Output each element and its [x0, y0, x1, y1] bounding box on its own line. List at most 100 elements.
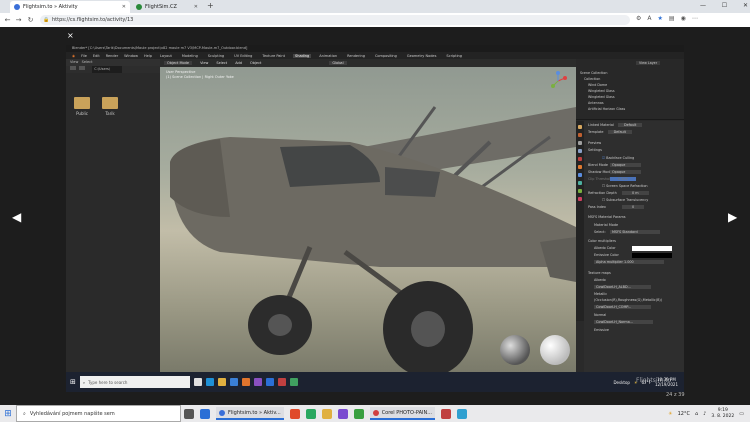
- object-tab-icon[interactable]: [578, 165, 582, 169]
- inner-search-box[interactable]: ⌕ Type here to search: [79, 376, 190, 388]
- fb-select-menu[interactable]: Select: [82, 60, 93, 64]
- task-view-icon[interactable]: [184, 408, 194, 419]
- url-field[interactable]: 🔒 https://cs.flightsim.to/activity/13: [40, 15, 630, 25]
- workspace-modeling[interactable]: Modeling: [180, 54, 200, 58]
- close-window-icon[interactable]: ✕: [743, 2, 748, 9]
- fb-view-menu[interactable]: View: [70, 60, 78, 64]
- new-tab-button[interactable]: +: [207, 1, 214, 10]
- workspace-shading[interactable]: Shading: [293, 53, 312, 58]
- taskbar-app-flightsim[interactable]: Flightsim.to » Aktiv...: [216, 407, 284, 420]
- menu-render[interactable]: Render: [106, 54, 118, 58]
- material-tab-icon[interactable]: [578, 197, 582, 201]
- color-multipliers-section[interactable]: Color multipliers: [588, 239, 616, 243]
- extension-icon[interactable]: ⚙: [636, 15, 641, 22]
- file-explorer-icon[interactable]: [321, 408, 332, 419]
- render-tab-icon[interactable]: [578, 133, 582, 137]
- normal-texture-field[interactable]: CowlDoorLH_Norma...: [594, 320, 654, 324]
- tab-flightsim-cz[interactable]: FlightSim.CZ ✕: [132, 1, 202, 13]
- network-icon[interactable]: ⌂: [695, 411, 698, 417]
- material-select-dropdown[interactable]: MSFS Standard: [610, 230, 660, 234]
- data-tab-icon[interactable]: [578, 189, 582, 193]
- ssr-checkbox[interactable]: ☐ Screen Space Refraction: [602, 184, 648, 188]
- windows-start-icon[interactable]: ⊞: [0, 409, 16, 419]
- app-icon[interactable]: [253, 378, 262, 386]
- albedo-texture-field[interactable]: CowlDoorLH_ALBD...: [594, 285, 651, 289]
- object-mode-dropdown[interactable]: Object Mode: [164, 61, 193, 65]
- vp-add-menu[interactable]: Add: [235, 61, 242, 65]
- excel-icon[interactable]: [305, 408, 316, 419]
- transform-orientation-dropdown[interactable]: Global: [329, 61, 347, 65]
- outliner-row[interactable]: Wind Dome: [588, 83, 607, 87]
- vp-view-menu[interactable]: View: [200, 61, 208, 65]
- output-tab-icon[interactable]: [578, 141, 582, 145]
- outliner-row[interactable]: Scene Collection: [580, 71, 607, 75]
- taskbar-search-box[interactable]: ⌕ Vyhledávání pojmem napište sem: [16, 405, 181, 422]
- metallic-texture-field[interactable]: CowlDoorLH_COMP...: [594, 305, 652, 309]
- pass-index-field[interactable]: 0: [622, 205, 645, 209]
- outliner-row[interactable]: Antennas: [588, 101, 604, 105]
- workspace-animation[interactable]: Animation: [317, 54, 339, 58]
- windows-start-icon[interactable]: ⊞: [70, 378, 76, 386]
- task-view-icon[interactable]: [193, 378, 202, 386]
- close-tab-icon[interactable]: ✕: [122, 4, 126, 10]
- tab-flightsim-activity[interactable]: Flightsim.to » Aktivity ✕: [10, 1, 130, 13]
- folder-public[interactable]: Public: [72, 97, 92, 116]
- app-icon[interactable]: [337, 408, 348, 419]
- clip-threshold-field[interactable]: 0.500: [610, 177, 636, 181]
- workspace-rendering[interactable]: Rendering: [345, 54, 367, 58]
- taskbar-app-corel[interactable]: Corel PHOTO-PAIN...: [369, 407, 435, 420]
- next-image-button[interactable]: ▶: [728, 210, 737, 224]
- app-icon[interactable]: [440, 408, 451, 419]
- blender-taskbar-icon[interactable]: [241, 378, 250, 386]
- albedo-color-swatch[interactable]: [632, 246, 672, 251]
- settings-section[interactable]: Settings: [588, 148, 602, 152]
- world-tab-icon[interactable]: [578, 157, 582, 161]
- workspace-texture-paint[interactable]: Texture Paint: [260, 54, 287, 58]
- workspace-sculpting[interactable]: Sculpting: [206, 54, 226, 58]
- profile-icon[interactable]: ◉: [681, 15, 686, 22]
- modifier-tab-icon[interactable]: [578, 173, 582, 177]
- workspace-scripting[interactable]: Scripting: [444, 54, 464, 58]
- 3d-viewport[interactable]: Object Mode View Select Add Object Globa…: [160, 59, 576, 372]
- texture-maps-section[interactable]: Texture maps: [588, 271, 611, 275]
- backface-culling-checkbox[interactable]: ☑ Backface Culling: [602, 156, 634, 160]
- menu-help[interactable]: Help: [144, 54, 152, 58]
- outliner-row[interactable]: Wingleted Glass: [588, 95, 615, 99]
- favorite-star-icon[interactable]: ★: [658, 15, 663, 22]
- back-icon[interactable]: ←: [3, 15, 12, 25]
- template-field[interactable]: Default: [607, 130, 632, 134]
- workspace-compositing[interactable]: Compositing: [373, 54, 399, 58]
- workspace-layout[interactable]: Layout: [158, 54, 174, 58]
- collections-icon[interactable]: ▤: [669, 15, 675, 22]
- read-aloud-icon[interactable]: A: [647, 15, 651, 22]
- maximize-icon[interactable]: ☐: [722, 2, 727, 9]
- tool-tab-icon[interactable]: [578, 125, 582, 129]
- close-viewer-button[interactable]: ×: [67, 31, 74, 40]
- preview-section[interactable]: Preview: [588, 141, 601, 145]
- minimize-icon[interactable]: —: [700, 2, 706, 9]
- alpha-multiplier-field[interactable]: Alpha multiplier 1.000: [594, 260, 664, 264]
- file-explorer-icon[interactable]: [217, 378, 226, 386]
- blend-mode-dropdown[interactable]: Opaque: [610, 163, 642, 167]
- volume-icon[interactable]: ♪: [703, 411, 706, 417]
- refresh-icon[interactable]: [79, 66, 86, 70]
- clock[interactable]: 9:19 3. 8. 2022: [711, 408, 734, 420]
- shadow-mode-dropdown[interactable]: Opaque: [610, 170, 642, 174]
- refraction-depth-field[interactable]: 0 m: [622, 191, 649, 195]
- menu-edit[interactable]: Edit: [93, 54, 100, 58]
- edge-icon[interactable]: [200, 408, 210, 419]
- app-icon[interactable]: [289, 378, 298, 386]
- menu-file[interactable]: File: [81, 54, 87, 58]
- workspace-geometry-nodes[interactable]: Geometry Nodes: [405, 54, 439, 58]
- workspace-uv-editing[interactable]: UV Editing: [232, 54, 254, 58]
- scene-tab-icon[interactable]: [578, 149, 582, 153]
- menu-window[interactable]: Window: [124, 54, 138, 58]
- app-icon[interactable]: [265, 378, 274, 386]
- store-icon[interactable]: [229, 378, 238, 386]
- vp-object-menu[interactable]: Object: [250, 61, 261, 65]
- app-icon[interactable]: [353, 408, 364, 419]
- forward-icon[interactable]: →: [14, 15, 23, 25]
- folder-tarik[interactable]: Tarik: [100, 97, 120, 116]
- app-icon[interactable]: [277, 378, 286, 386]
- subsurface-checkbox[interactable]: ☐ Subsurface Translucency: [602, 198, 648, 202]
